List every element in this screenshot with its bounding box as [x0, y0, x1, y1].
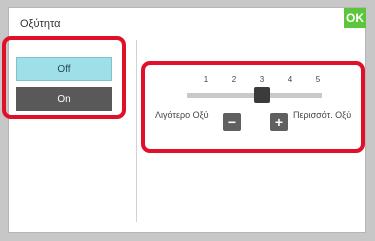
scale-tick-4: 4 — [287, 75, 293, 84]
increase-sharpness-button[interactable]: + — [270, 113, 288, 131]
more-sharp-label: Περισσότ. Οξύ — [293, 110, 352, 120]
sharpness-adjust-highlight: 1 2 3 4 5 Λιγότερο Οξύ − + Περισσότ. Οξύ — [141, 61, 365, 153]
section-divider — [136, 40, 137, 222]
plus-icon: + — [274, 114, 284, 130]
off-button[interactable]: Off — [16, 57, 112, 81]
scale-tick-5: 5 — [315, 75, 321, 84]
on-button[interactable]: On — [16, 87, 112, 111]
minus-icon: − — [227, 114, 237, 130]
less-sharp-label: Λιγότερο Οξύ — [155, 110, 209, 120]
ok-button[interactable]: OK — [344, 8, 366, 28]
scale-tick-2: 2 — [231, 75, 237, 84]
decrease-sharpness-button[interactable]: − — [223, 113, 241, 131]
scale-tick-1: 1 — [203, 75, 209, 84]
scale-tick-3: 3 — [259, 75, 265, 84]
dialog-title: Οξύτητα — [20, 18, 61, 30]
sharpness-slider-handle[interactable] — [254, 87, 270, 103]
mode-selection-highlight: Off On — [2, 36, 126, 119]
